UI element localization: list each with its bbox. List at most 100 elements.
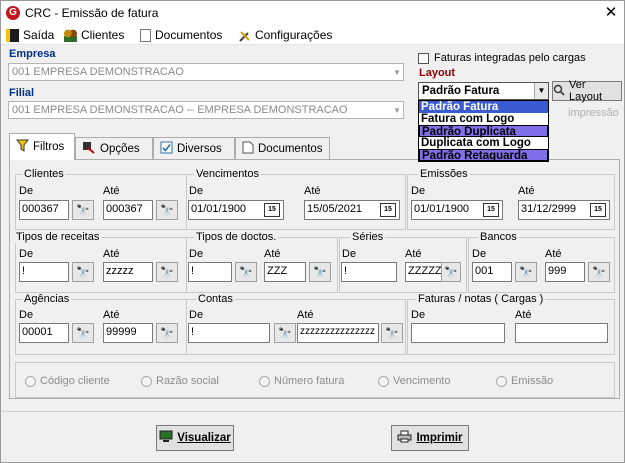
vencimentos-title: Vencimentos [194,168,261,180]
tipos-receitas-ate-input[interactable]: zzzzz [103,262,153,282]
binoculars-icon[interactable]: 🔭 [72,262,94,282]
radio-codigo-cliente[interactable]: Código cliente [25,375,110,387]
binoculars-icon[interactable]: 🔭 [235,262,257,282]
calendar-icon[interactable]: 15 [264,203,280,217]
series-ate-input[interactable]: ZZZZZ [405,262,445,282]
binoculars-icon[interactable]: 🔭 [309,262,331,282]
calendar-icon[interactable]: 15 [590,203,606,217]
radio-dot[interactable] [378,375,389,387]
bancos-de-input[interactable]: 001 [472,262,512,282]
faturas-cargas-label: Faturas integradas pelo cargas [434,52,586,64]
series-de-input[interactable]: ! [341,262,397,282]
tipos-receitas-title: Tipos de receitas [14,231,102,243]
layout-dropdown-list[interactable]: Padrão Fatura Fatura com Logo Padrão Dup… [418,100,549,162]
layout-combo[interactable]: Padrão Fatura ▼ [418,82,549,100]
tipos-receitas-de-input[interactable]: ! [19,262,69,282]
binoculars-icon[interactable]: 🔭 [588,262,610,282]
agencias-de-input[interactable]: 00001 [19,323,69,343]
layout-option[interactable]: Padrão Retaguarda [419,149,548,162]
tab-documentos[interactable]: Documentos [235,137,330,159]
filter-icon [15,139,30,155]
emissoes-ate-input[interactable]: 31/12/2999 15 [518,200,610,220]
checkbox-box[interactable] [418,52,429,64]
layout-option[interactable]: Fatura com Logo [419,113,548,125]
tipos-doctos-de-input[interactable]: ! [188,262,232,282]
ver-layout-button[interactable]: Ver Layout [552,79,622,103]
layout-option[interactable]: Padrão Duplicata [419,125,548,138]
faturas-notas-de-input[interactable] [411,323,505,343]
radio-dot[interactable] [141,375,152,387]
calendar-icon[interactable]: 15 [380,203,396,217]
document-icon [140,28,151,42]
menu-bar: Saída Clientes Documentos Configurações [1,25,624,45]
menu-configuracoes[interactable]: Configurações [238,27,332,43]
binoculars-icon[interactable]: 🔭 [515,262,537,282]
radio-dot[interactable] [25,375,36,387]
series-title: Séries [350,231,386,243]
menu-saida[interactable]: Saída [6,27,54,43]
binoculars-icon[interactable]: 🔭 [156,323,178,343]
binoculars-icon[interactable]: 🔭 [441,262,461,282]
tipos-doctos-ate-input[interactable]: ZZZ [264,262,306,282]
clientes-title: Clientes [22,168,66,180]
binoculars-icon[interactable]: 🔭 [381,323,403,343]
de-label: De [189,248,204,260]
bancos-ate-input[interactable]: 999 [545,262,585,282]
empresa-label: Empresa [9,48,56,60]
vencimentos-de-input[interactable]: 01/01/1900 15 [188,200,284,220]
layout-option[interactable]: Padrão Fatura [419,101,548,113]
radio-dot[interactable] [496,375,507,387]
emissoes-de-input[interactable]: 01/01/1900 15 [411,200,503,220]
vencimentos-ate-input[interactable]: 15/05/2021 15 [304,200,400,220]
binoculars-icon[interactable]: 🔭 [156,262,178,282]
layout-label: Layout [419,67,456,79]
contas-ate-input[interactable]: zzzzzzzzzzzzzzz [297,323,379,343]
clientes-de-input[interactable]: 000367 [19,200,69,220]
agencias-title: Agências [22,293,72,305]
agencias-ate-input[interactable]: 99999 [103,323,153,343]
binoculars-icon[interactable]: 🔭 [274,323,296,343]
close-button[interactable]: ✕ [601,3,621,21]
binoculars-icon[interactable]: 🔭 [72,323,94,343]
vencimentos-ate-value: 15/05/2021 [307,203,363,215]
tab-filtros[interactable]: Filtros [9,133,75,160]
faturas-notas-ate-input[interactable] [515,323,608,343]
tab-diversos[interactable]: Diversos [153,137,235,159]
bancos-title: Bancos [478,231,519,243]
radio-razao-social[interactable]: Razão social [141,375,219,387]
visualizar-button[interactable]: Visualizar [156,425,234,451]
radio-emissao[interactable]: Emissão [496,375,553,387]
vencimentos-de-value: 01/01/1900 [191,203,247,215]
radio-numero-fatura[interactable]: Número fatura [259,375,344,387]
radio-vencimento[interactable]: Vencimento [378,375,450,387]
filial-combo[interactable]: 001 EMPRESA DEMONSTRACAO -- EMPRESA DEMO… [8,101,404,119]
de-label: De [189,185,204,197]
chevron-down-icon[interactable]: ▼ [534,83,548,99]
empresa-combo[interactable]: 001 EMPRESA DEMONSTRACAO ▼ [8,63,404,81]
calendar-icon[interactable]: 15 [483,203,499,217]
monitor-icon [159,430,173,446]
de-label: De [189,309,204,321]
ate-label: Até [264,248,281,260]
visualizar-label: Visualizar [177,432,231,444]
binoculars-icon[interactable]: 🔭 [72,200,94,220]
tab-documentos-label: Documentos [258,142,323,155]
layout-option[interactable]: Duplicata com Logo [419,137,548,149]
contas-de-input[interactable]: ! [188,323,270,343]
ate-label: Até [405,248,422,260]
clientes-ate-input[interactable]: 000367 [103,200,153,220]
faturas-cargas-checkbox[interactable]: Faturas integradas pelo cargas [418,52,586,64]
tab-opcoes[interactable]: Opções [75,137,153,159]
de-label: De [411,309,426,321]
radio-label: Emissão [511,375,554,387]
tab-filtros-label: Filtros [33,141,65,153]
menu-documentos-label: Documentos [155,28,223,42]
footer [2,411,623,461]
de-label: De [19,309,34,321]
imprimir-button[interactable]: Imprimir [391,425,469,451]
binoculars-icon[interactable]: 🔭 [156,200,178,220]
menu-documentos[interactable]: Documentos [140,27,222,43]
document-icon [242,141,254,157]
radio-dot[interactable] [259,375,270,387]
menu-clientes[interactable]: Clientes [64,27,124,43]
